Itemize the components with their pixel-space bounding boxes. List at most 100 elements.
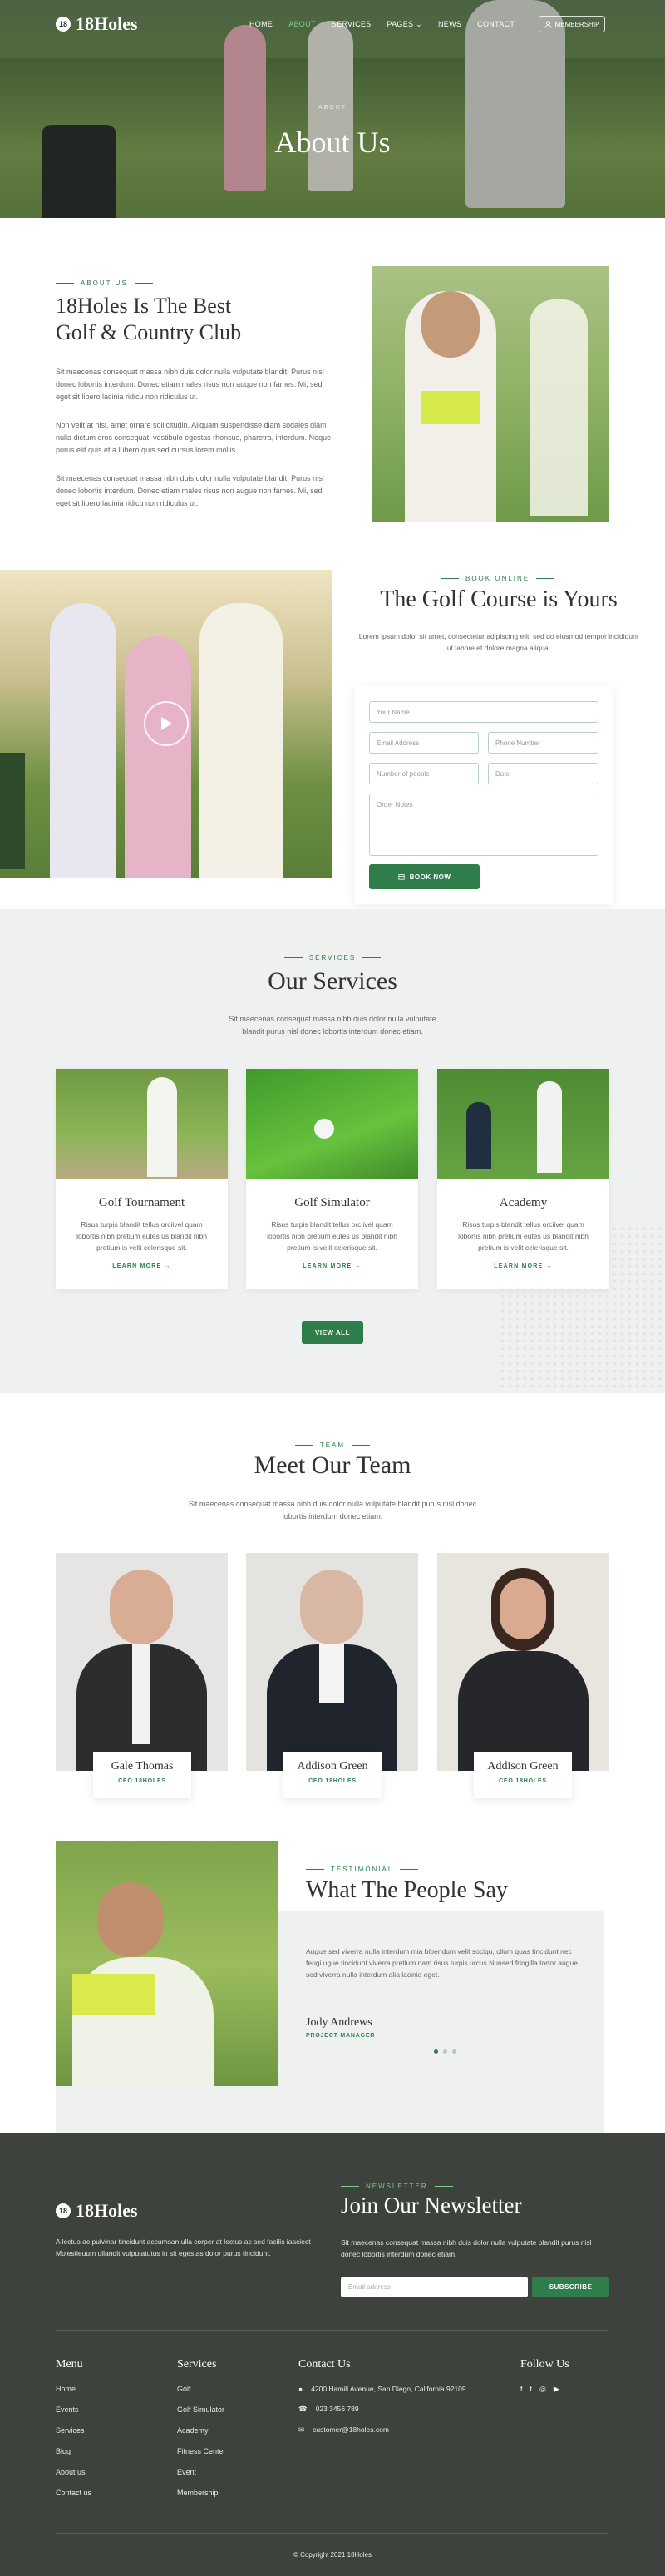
learn-more-link[interactable]: LEARN MORE →: [246, 1263, 418, 1269]
nav-services[interactable]: SERVICES: [332, 20, 372, 29]
book-now-button[interactable]: BOOK NOW: [369, 864, 480, 889]
service-card[interactable]: Academy Risus turpis blandit tellus orci…: [437, 1069, 609, 1289]
footer-service-golf[interactable]: Golf: [177, 2385, 226, 2393]
services-title: Our Services: [268, 967, 397, 995]
footer-menu: Menu Home Events Services Blog About us …: [56, 2358, 92, 2497]
learn-more-link[interactable]: LEARN MORE →: [437, 1263, 609, 1269]
carousel-dot[interactable]: [443, 2049, 447, 2054]
footer-follow: Follow Us f t ◎ ▶: [520, 2358, 569, 2394]
member-role: CEO 18HOLES: [308, 1778, 357, 1784]
booking-kicker: BOOK ONLINE: [441, 575, 555, 582]
twitter-icon[interactable]: t: [530, 2385, 533, 2394]
testimonial-quote: Augue sed viverra nulla interdum mia bib…: [306, 1947, 578, 1979]
carousel-dot[interactable]: [452, 2049, 456, 2054]
email-field[interactable]: Email Address: [369, 732, 479, 754]
services-kicker: SERVICES: [0, 954, 665, 962]
map-pin-icon: ●: [298, 2385, 303, 2393]
footer-service-simulator[interactable]: Golf Simulator: [177, 2405, 226, 2414]
team-member-card[interactable]: Gale Thomas CEO 18HOLES: [93, 1752, 191, 1798]
member-name: Addison Green: [297, 1760, 368, 1773]
footer-divider: [56, 2330, 609, 2331]
service-title: Golf Tournament: [98, 1196, 185, 1209]
mail-icon: ✉: [298, 2425, 305, 2434]
people-field[interactable]: Number of people: [369, 763, 479, 784]
footer-contact: Contact Us ● 4200 Hamill Avenue, San Dieg…: [298, 2358, 498, 2435]
calendar-icon: [398, 874, 405, 880]
hero-banner: 18 18Holes HOME ABOUT SERVICES PAGES ⌄ N…: [0, 0, 665, 218]
newsletter-email-input[interactable]: Email address: [341, 2277, 528, 2297]
team-subtitle: Sit maecenas consequat massa nibh duis d…: [188, 1500, 477, 1520]
view-all-button[interactable]: VIEW ALL: [302, 1321, 363, 1344]
testimonial-role: PROJECT MANAGER: [306, 2033, 376, 2039]
footer-bottom-divider: [56, 2533, 609, 2534]
footer-link-about[interactable]: About us: [56, 2468, 91, 2476]
arrow-right-icon: →: [354, 1263, 362, 1269]
phone-field[interactable]: Phone Number: [488, 732, 598, 754]
service-text: Risus turpis blandit tellus orciivel qua…: [76, 1220, 207, 1252]
about-paragraph-1: Sit maecenas consequat massa nibh duis d…: [56, 368, 324, 401]
nav-news[interactable]: NEWS: [438, 20, 461, 29]
nav-about[interactable]: ABOUT: [288, 20, 316, 29]
copyright: © Copyright 2021 18Holes: [293, 2551, 372, 2559]
footer-about: A lectus ac pulvinar tincidunt accumsan …: [56, 2237, 311, 2257]
play-icon: [161, 717, 172, 730]
testimonial-kicker: TESTIMONIAL: [306, 1866, 419, 1873]
footer: 18 18Holes A lectus ac pulvinar tincidun…: [0, 2133, 665, 2576]
services-subtitle: Sit maecenas consequat massa nibh duis d…: [229, 1015, 436, 1036]
team-photo: [246, 1553, 418, 1771]
footer-service-fitness[interactable]: Fitness Center: [177, 2447, 226, 2455]
play-video-button[interactable]: [144, 701, 189, 746]
footer-service-academy[interactable]: Academy: [177, 2426, 226, 2435]
footer-service-membership[interactable]: Membership: [177, 2489, 226, 2497]
subscribe-button[interactable]: SUBSCRIBE: [532, 2277, 609, 2297]
nav-home[interactable]: HOME: [249, 20, 273, 29]
carousel-dot[interactable]: [434, 2049, 438, 2054]
team-photo: [56, 1553, 228, 1771]
footer-link-contact[interactable]: Contact us: [56, 2489, 91, 2497]
service-image: [246, 1069, 418, 1179]
testimonial-photo: [56, 1841, 278, 2086]
site-logo[interactable]: 18 18Holes: [56, 13, 138, 35]
about-paragraph-2: Non velit at nisi, amet ornare sollicitu…: [56, 421, 332, 454]
team-member-card[interactable]: Addison Green CEO 18HOLES: [474, 1752, 572, 1798]
arrow-right-icon: →: [164, 1263, 171, 1269]
service-title: Academy: [499, 1196, 548, 1209]
team-kicker: TEAM: [0, 1441, 665, 1449]
service-image: [56, 1069, 228, 1179]
youtube-icon[interactable]: ▶: [554, 2385, 559, 2394]
footer-link-home[interactable]: Home: [56, 2385, 91, 2393]
carousel-dots: [434, 2049, 456, 2054]
newsletter-title: Join Our Newsletter: [341, 2193, 522, 2218]
nav-contact[interactable]: CONTACT: [477, 20, 515, 29]
service-text: Risus turpis blandit tellus orciivel qua…: [458, 1220, 589, 1252]
learn-more-link[interactable]: LEARN MORE →: [56, 1263, 228, 1269]
booking-title: The Golf Course is Yours: [380, 586, 618, 612]
name-field[interactable]: Your Name: [369, 701, 598, 723]
facebook-icon[interactable]: f: [520, 2385, 523, 2394]
nav-pages[interactable]: PAGES ⌄: [387, 20, 422, 29]
contact-phone[interactable]: ☎ 023 3456 789: [298, 2405, 498, 2414]
footer-link-events[interactable]: Events: [56, 2405, 91, 2414]
footer-service-event[interactable]: Event: [177, 2468, 226, 2476]
arrow-right-icon: →: [545, 1263, 553, 1269]
team-title: Meet Our Team: [254, 1451, 411, 1479]
about-paragraph-3: Sit maecenas consequat massa nibh duis d…: [56, 474, 324, 507]
newsletter-kicker: NEWSLETTER: [341, 2183, 453, 2190]
footer-link-services[interactable]: Services: [56, 2426, 91, 2435]
contact-email[interactable]: ✉ customer@18holes.com: [298, 2425, 498, 2435]
notes-field[interactable]: Order Notes: [369, 794, 598, 856]
membership-button[interactable]: MEMBERSHIP: [539, 16, 605, 32]
service-image: [437, 1069, 609, 1179]
page: 18 18Holes HOME ABOUT SERVICES PAGES ⌄ N…: [0, 0, 665, 2576]
footer-link-blog[interactable]: Blog: [56, 2447, 91, 2455]
testimonial-title: What The People Say: [306, 1877, 508, 1903]
service-card[interactable]: Golf Tournament Risus turpis blandit tel…: [56, 1069, 228, 1289]
about-title: 18Holes Is The Best Golf & Country Club: [56, 294, 242, 344]
instagram-icon[interactable]: ◎: [539, 2385, 546, 2394]
logo-badge-icon: 18: [56, 17, 71, 32]
date-field[interactable]: Date: [488, 763, 598, 784]
booking-subtitle: Lorem ipsum dolor sit amet, consectetur …: [358, 632, 639, 652]
footer-logo[interactable]: 18 18Holes: [56, 2200, 138, 2222]
service-card[interactable]: Golf Simulator Risus turpis blandit tell…: [246, 1069, 418, 1289]
team-member-card[interactable]: Addison Green CEO 18HOLES: [283, 1752, 382, 1798]
